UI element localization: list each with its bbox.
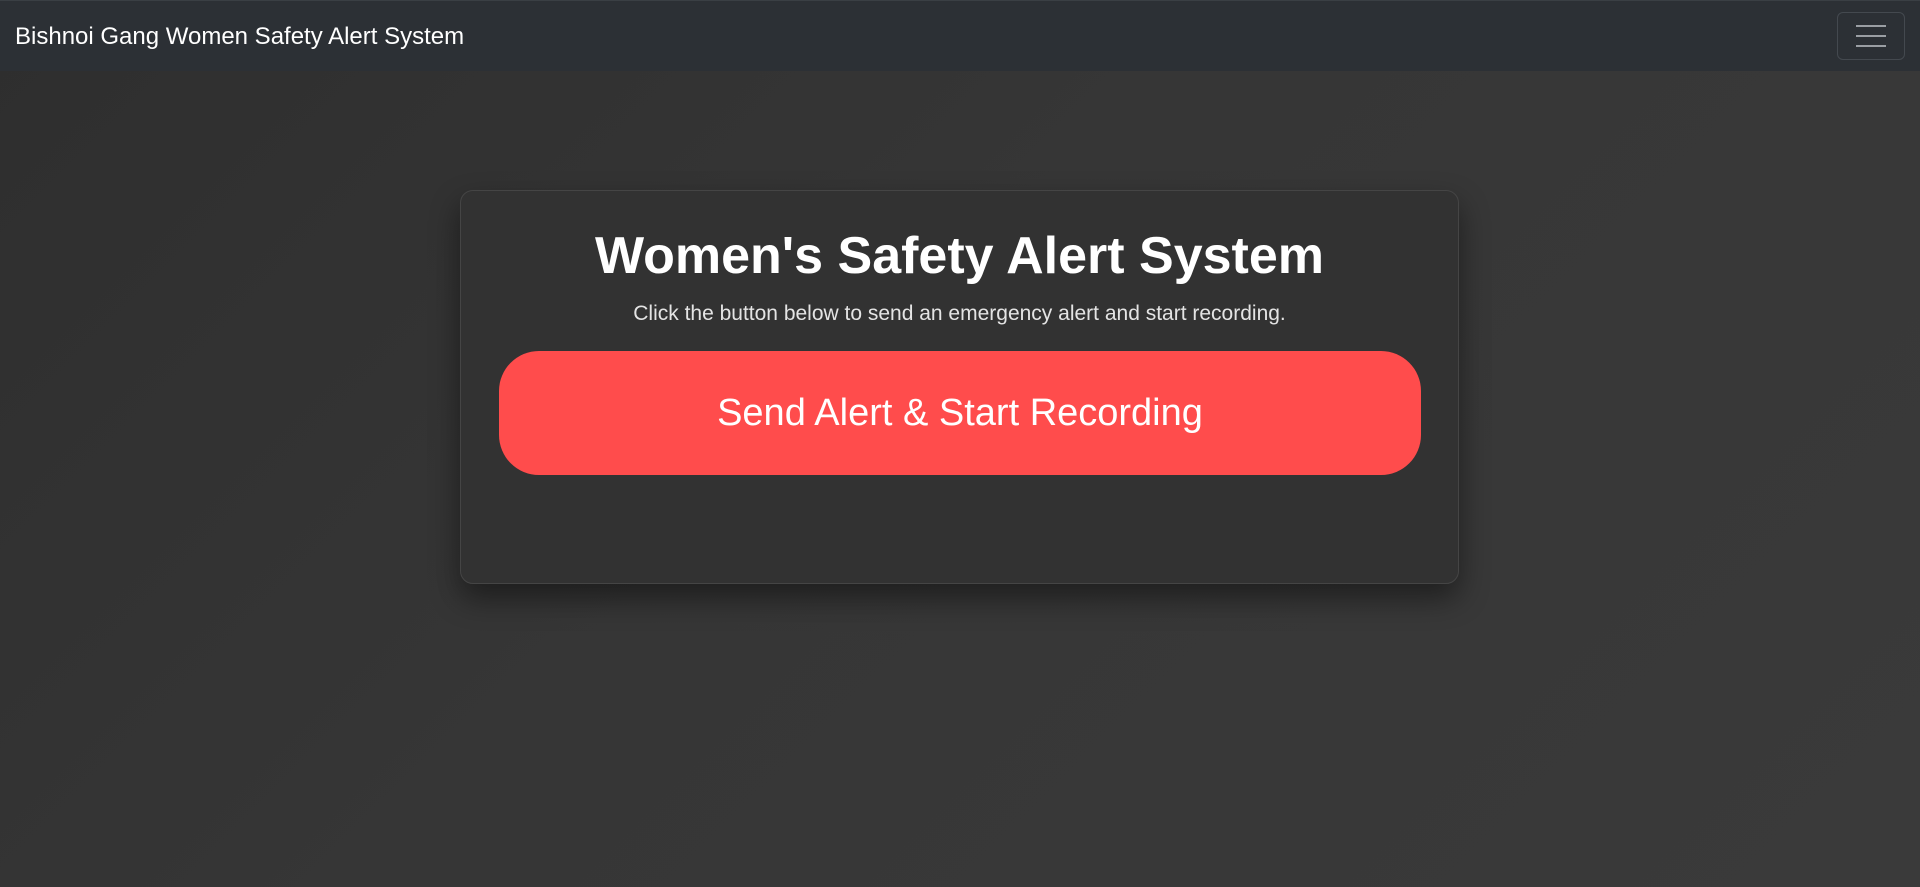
hamburger-menu-icon: [1856, 24, 1886, 48]
send-alert-button[interactable]: Send Alert & Start Recording: [499, 351, 1421, 475]
navbar-toggler-button[interactable]: [1837, 12, 1905, 60]
card-description: Click the button below to send an emerge…: [633, 302, 1286, 325]
navbar: Bishnoi Gang Women Safety Alert System: [0, 0, 1920, 71]
card-title: Women's Safety Alert System: [594, 227, 1325, 285]
navbar-brand[interactable]: Bishnoi Gang Women Safety Alert System: [15, 21, 464, 53]
alert-card: Women's Safety Alert System Click the bu…: [460, 190, 1459, 584]
